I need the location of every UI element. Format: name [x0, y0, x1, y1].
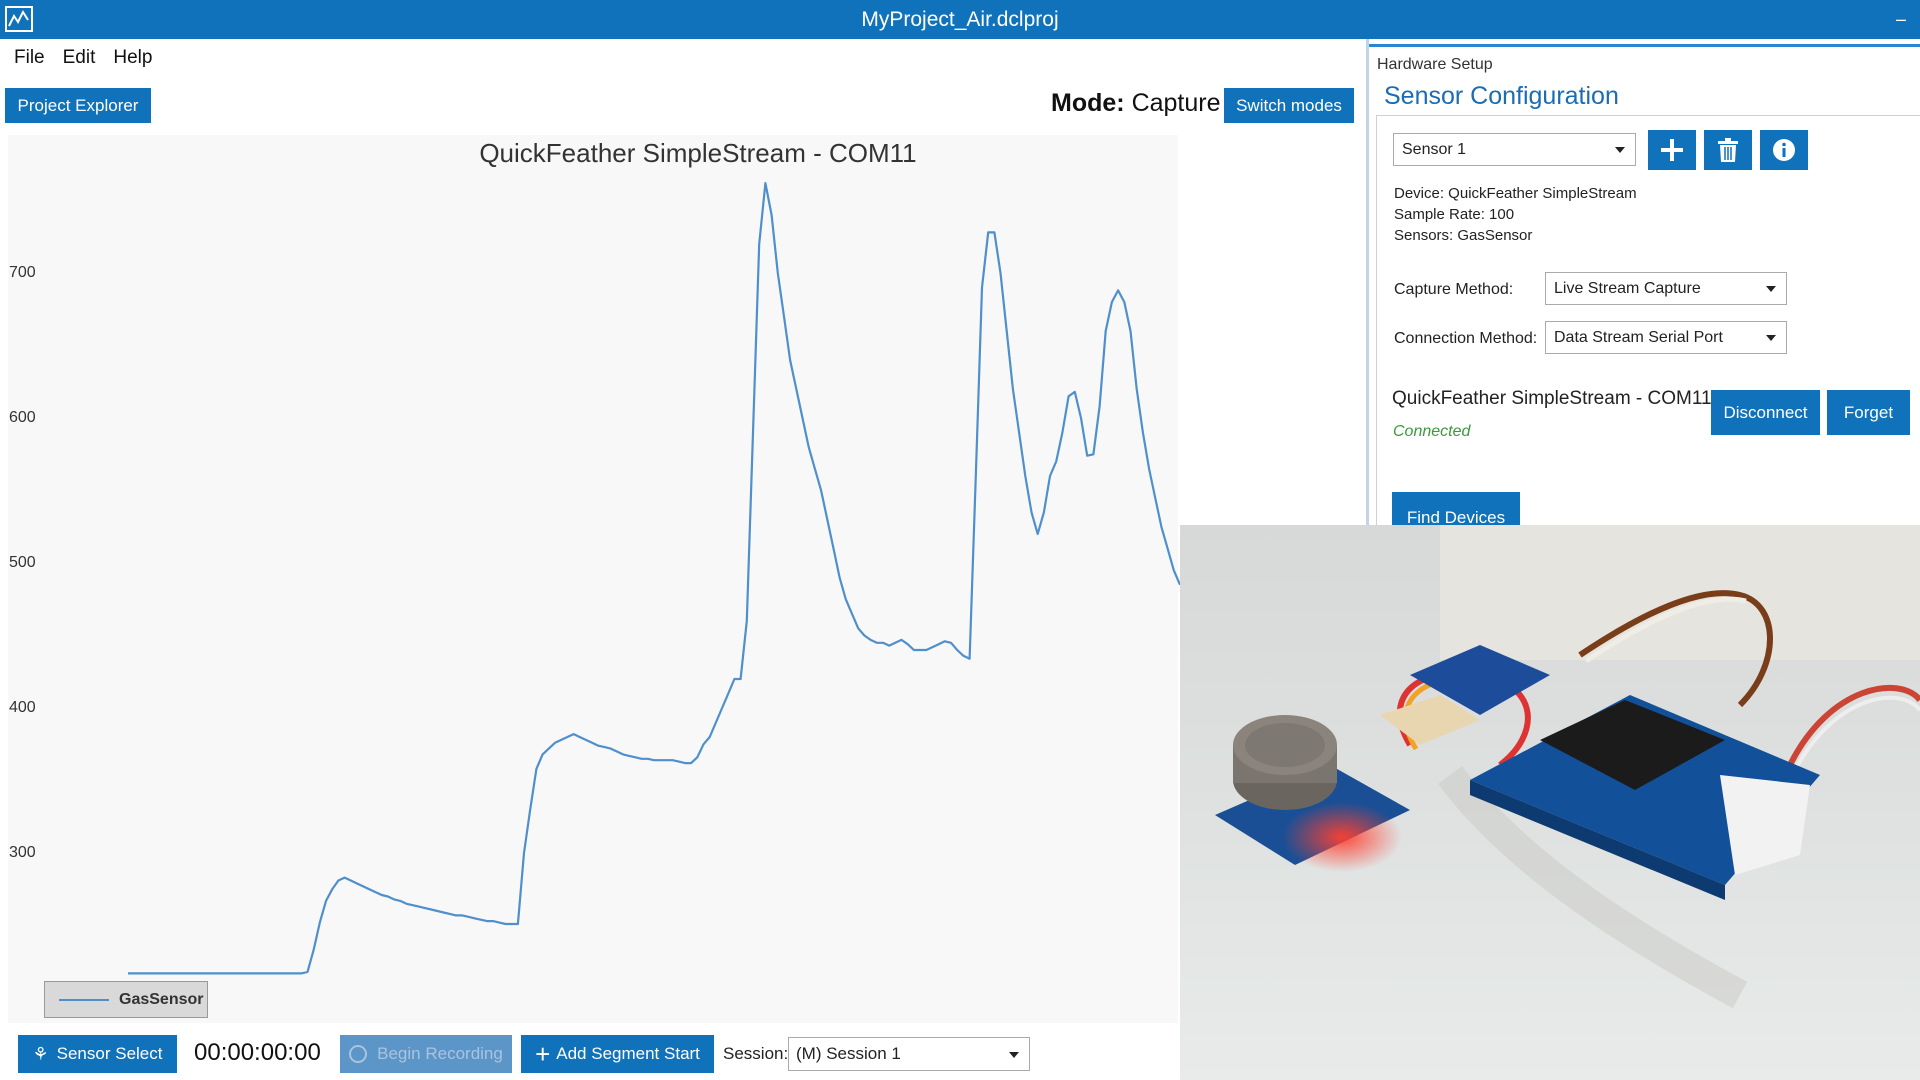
- chart-legend: GasSensor: [44, 981, 208, 1018]
- camera-photo: [1180, 525, 1920, 1080]
- session-label: Session:: [723, 1044, 789, 1063]
- capture-method-value: Live Stream Capture: [1554, 280, 1701, 297]
- sample-rate-info: Sample Rate: 100: [1394, 206, 1515, 223]
- session-value: (M) Session 1: [796, 1044, 901, 1063]
- mode-prefix: Mode:: [1051, 89, 1125, 117]
- chevron-down-icon: [1009, 1052, 1019, 1058]
- forget-button[interactable]: Forget: [1827, 390, 1910, 435]
- y-tick-label: 500: [9, 554, 36, 571]
- sensor-configuration-title: Sensor Configuration: [1384, 82, 1619, 110]
- plus-icon: +: [535, 1039, 551, 1069]
- sensor-dropdown-value: Sensor 1: [1402, 141, 1467, 158]
- info-icon: [1773, 139, 1795, 161]
- mode-indicator: Mode: Capture: [1051, 89, 1221, 118]
- capture-method-label: Capture Method:: [1394, 281, 1514, 298]
- capture-method-dropdown[interactable]: Live Stream Capture: [1545, 272, 1787, 305]
- sensor-select-button[interactable]: ⚘ Sensor Select: [18, 1035, 177, 1073]
- legend-swatch: [59, 998, 109, 1001]
- hardware-photo: [1180, 525, 1920, 1080]
- chevron-down-icon: [1766, 286, 1776, 292]
- begin-recording-label: Begin Recording: [377, 1044, 503, 1063]
- window-title: MyProject_Air.dclproj: [861, 8, 1059, 31]
- legend-label: GasSensor: [119, 990, 204, 1008]
- disconnect-button[interactable]: Disconnect: [1711, 390, 1820, 435]
- title-bar: MyProject_Air.dclproj –: [0, 0, 1920, 39]
- chevron-down-icon: [1615, 147, 1625, 153]
- connected-device-name: QuickFeather SimpleStream - COM11: [1392, 388, 1712, 409]
- add-sensor-button[interactable]: [1648, 130, 1696, 170]
- hardware-setup-label: Hardware Setup: [1377, 56, 1493, 73]
- device-info: Device: QuickFeather SimpleStream: [1394, 185, 1637, 202]
- connection-method-label: Connection Method:: [1394, 330, 1538, 347]
- sensor-info-button[interactable]: [1760, 130, 1808, 170]
- begin-recording-button[interactable]: Begin Recording: [340, 1035, 512, 1073]
- menu-bar: File Edit Help: [5, 47, 161, 69]
- mode-value: Capture: [1131, 89, 1221, 117]
- trash-icon: [1718, 138, 1738, 162]
- plus-icon: [1661, 139, 1683, 161]
- connection-method-dropdown[interactable]: Data Stream Serial Port: [1545, 321, 1787, 354]
- session-dropdown[interactable]: (M) Session 1: [788, 1037, 1030, 1071]
- panel-accent-line: [1369, 44, 1920, 47]
- y-tick-label: 600: [9, 409, 36, 426]
- switch-modes-button[interactable]: Switch modes: [1224, 88, 1354, 123]
- minimize-button[interactable]: –: [1896, 10, 1906, 28]
- add-segment-button[interactable]: + Add Segment Start: [521, 1035, 714, 1073]
- chart-area: [8, 135, 1178, 1023]
- y-tick-label: 300: [9, 844, 36, 861]
- delete-sensor-button[interactable]: [1704, 130, 1752, 170]
- connection-method-value: Data Stream Serial Port: [1554, 329, 1723, 346]
- menu-help[interactable]: Help: [104, 47, 161, 69]
- menu-edit[interactable]: Edit: [54, 47, 105, 69]
- add-segment-label: Add Segment Start: [556, 1044, 700, 1063]
- sensor-select-icon: ⚘: [32, 1043, 49, 1064]
- connection-status: Connected: [1393, 423, 1471, 440]
- y-tick-label: 400: [9, 699, 36, 716]
- sensor-select-label: Sensor Select: [56, 1044, 163, 1063]
- sensor-dropdown[interactable]: Sensor 1: [1393, 133, 1636, 166]
- sensors-info: Sensors: GasSensor: [1394, 227, 1533, 244]
- project-explorer-button[interactable]: Project Explorer: [5, 88, 151, 123]
- chevron-down-icon: [1766, 335, 1776, 341]
- menu-file[interactable]: File: [5, 47, 54, 69]
- chart-title: QuickFeather SimpleStream - COM11: [479, 138, 917, 168]
- recording-timer: 00:00:00:00: [194, 1039, 321, 1066]
- record-icon: [349, 1045, 368, 1063]
- y-tick-label: 700: [9, 264, 36, 281]
